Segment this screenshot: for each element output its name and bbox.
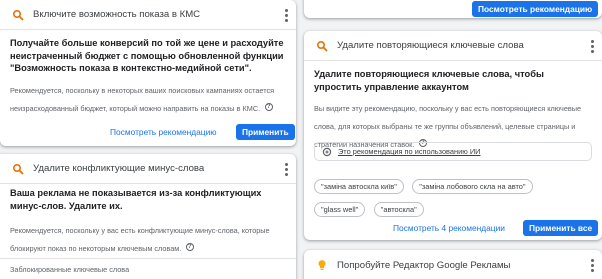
keyword-chip: "автоскла" <box>373 202 424 217</box>
card-headline: Ваша реклама не показывается из-за конфл… <box>10 188 262 211</box>
search-icon <box>316 40 328 51</box>
card-header: Попробуйте Редактор Google Рекламы <box>304 250 602 279</box>
card-note-wrap: Рекомендуется, поскольку в некоторых ваш… <box>10 80 282 116</box>
more-vert-icon[interactable] <box>590 259 594 273</box>
recommendation-card-partial: Посмотреть рекомендацию <box>304 0 602 18</box>
card-title: Удалите конфликтующие минус-слова <box>33 163 205 174</box>
card-divider <box>0 258 296 259</box>
view-recommendation-button[interactable]: Посмотреть рекомендацию <box>472 1 599 17</box>
ai-recommendation-link[interactable]: Это рекомендация по использованию ИИ <box>338 147 480 156</box>
recommendation-card-editor: Попробуйте Редактор Google Рекламы <box>304 250 602 279</box>
card-title: Удалите повторяющиеся ключевые слова <box>337 40 524 51</box>
recommendation-card-conflicting-negatives: Удалите конфликтующие минус-слова Ваша р… <box>0 154 296 279</box>
card-title: Попробуйте Редактор Google Рекламы <box>337 259 511 271</box>
more-vert-icon[interactable] <box>284 9 288 23</box>
apply-all-button[interactable]: Применить все <box>523 220 599 236</box>
card-note: Рекомендуется, поскольку у вас есть конф… <box>10 226 270 253</box>
keyword-chip: "заміна лобового скла на авто" <box>412 179 533 194</box>
help-icon[interactable]: ? <box>264 102 273 111</box>
ai-recommendation-banner: Это рекомендация по использованию ИИ <box>314 142 592 161</box>
more-vert-icon[interactable] <box>284 163 288 177</box>
card-header: Удалите повторяющиеся ключевые слова <box>304 31 602 61</box>
recommendation-card-display-network: Включите возможность показа в КМС Получа… <box>0 0 296 146</box>
card-headline: Удалите повторяющиеся ключевые слова, чт… <box>314 69 544 92</box>
help-icon[interactable]: ? <box>185 242 194 251</box>
view-recommendation-link[interactable]: Посмотреть рекомендацию <box>110 127 217 137</box>
view-recommendations-link[interactable]: Посмотреть 4 рекомендации <box>393 223 505 233</box>
card-note-wrap: Рекомендуется, поскольку у вас есть конф… <box>10 220 286 256</box>
search-icon <box>12 9 24 20</box>
keyword-chip: "заміна автоскла київ" <box>314 179 404 194</box>
more-vert-icon[interactable] <box>590 40 594 54</box>
apply-button[interactable]: Применить <box>236 124 295 140</box>
keyword-chips: "заміна автоскла київ" "заміна лобового … <box>314 176 594 222</box>
keyword-chip: "glass well" <box>314 202 366 217</box>
lightbulb-icon <box>318 260 326 270</box>
section-label: Заблокированные ключевые слова <box>10 265 130 274</box>
card-header: Удалите конфликтующие минус-слова <box>0 154 296 184</box>
card-header: Включите возможность показа в КМС <box>0 0 296 30</box>
ai-sparkle-icon <box>322 147 332 156</box>
search-icon <box>12 163 24 174</box>
card-title: Включите возможность показа в КМС <box>33 9 201 20</box>
card-note: Рекомендуется, поскольку в некоторых ваш… <box>10 86 275 113</box>
card-headline: Получайте больше конверсий по той же цен… <box>10 38 284 73</box>
recommendation-card-duplicate-keywords: Удалите повторяющиеся ключевые слова Уда… <box>304 31 602 240</box>
